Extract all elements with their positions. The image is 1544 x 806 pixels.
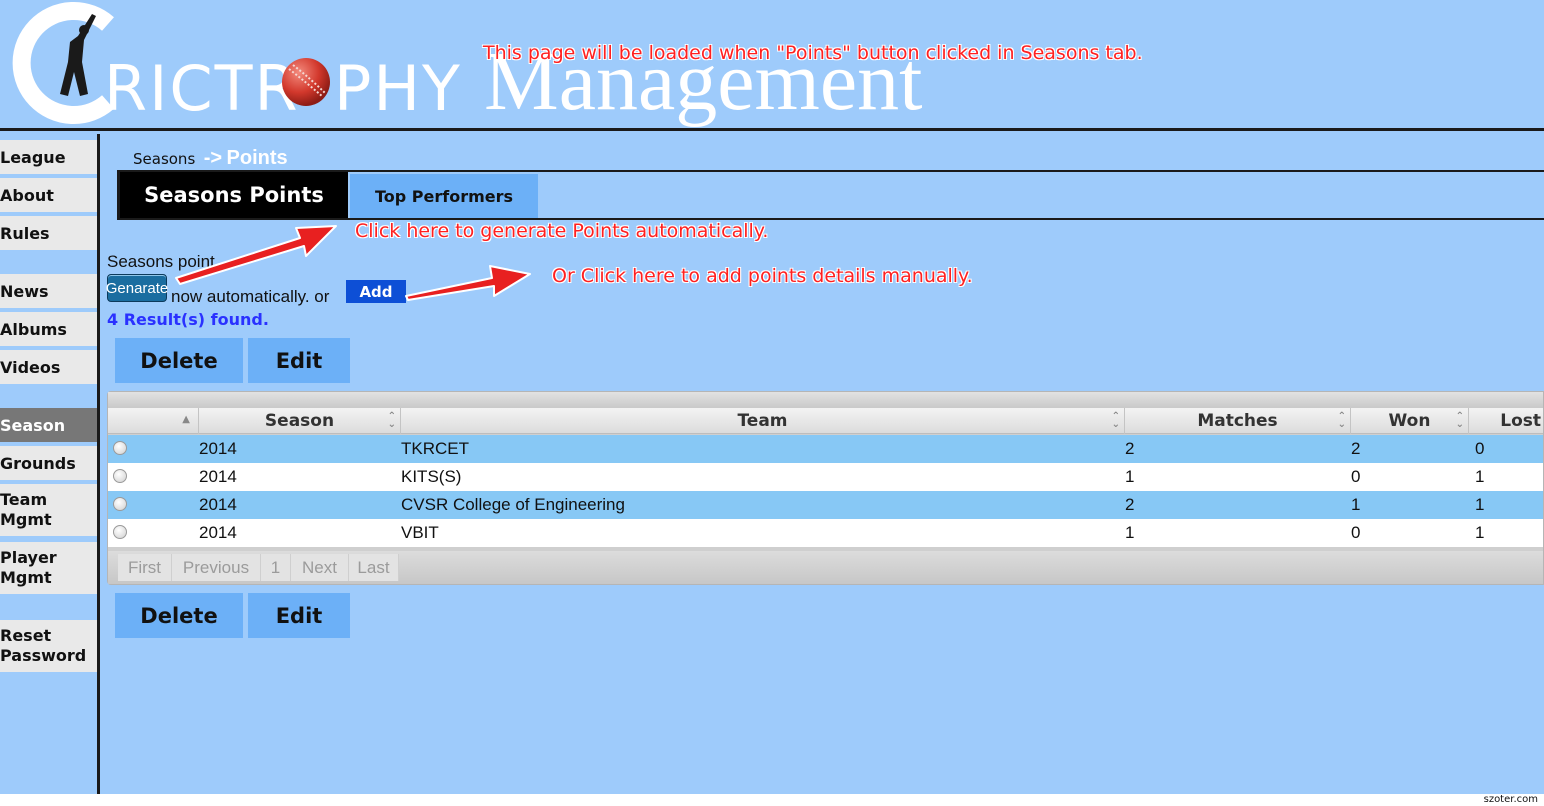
row-radio[interactable] bbox=[113, 497, 127, 511]
breadcrumb: Seasons -> Points bbox=[133, 147, 288, 170]
cell-matches: 2 bbox=[1125, 495, 1135, 514]
sort-icon: ⌃ ⌄ bbox=[1455, 411, 1464, 430]
cricket-ball-icon bbox=[282, 58, 330, 106]
annotation-generate-hint: Click here to generate Points automatica… bbox=[355, 220, 769, 242]
sidebar-item-news[interactable]: News bbox=[0, 274, 97, 308]
generate-button[interactable]: Genarate bbox=[106, 274, 168, 302]
pager-first[interactable]: First bbox=[118, 554, 172, 581]
breadcrumb-seasons[interactable]: Seasons bbox=[133, 150, 195, 168]
delete-button-top[interactable]: Delete bbox=[115, 338, 243, 383]
cell-lost: 0 bbox=[1475, 439, 1485, 458]
cell-team: VBIT bbox=[401, 523, 439, 542]
tab-seasons-points[interactable]: Seasons Points bbox=[117, 172, 348, 218]
logo-text-left: RICTR bbox=[104, 52, 300, 125]
column-header-team[interactable]: Team ⌃ ⌄ bbox=[401, 408, 1125, 434]
auto-text: now automatically. or bbox=[171, 287, 330, 306]
table-row[interactable]: 2014 VBIT 1 0 1 bbox=[108, 519, 1543, 547]
edit-button-top[interactable]: Edit bbox=[248, 338, 350, 383]
cell-won: 1 bbox=[1351, 495, 1361, 514]
pager-next[interactable]: Next bbox=[291, 554, 349, 581]
column-header-lost[interactable]: Lost bbox=[1469, 408, 1544, 434]
annotation-page-note: This page will be loaded when "Points" b… bbox=[483, 42, 1143, 64]
sort-icon: ⌃ ⌄ bbox=[1337, 411, 1346, 430]
cell-won: 2 bbox=[1351, 439, 1361, 458]
cell-lost: 1 bbox=[1475, 523, 1485, 542]
cell-won: 0 bbox=[1351, 467, 1361, 486]
cell-season: 2014 bbox=[199, 467, 237, 486]
table-row[interactable]: 2014 TKRCET 2 2 0 bbox=[108, 435, 1543, 463]
watermark: szoter.com bbox=[1483, 794, 1538, 805]
cell-lost: 1 bbox=[1475, 467, 1485, 486]
sidebar-item-videos[interactable]: Videos bbox=[0, 350, 97, 384]
column-header-select[interactable]: ▲ bbox=[108, 408, 199, 434]
table-header: ▲ Season ⌃ ⌄ Team ⌃ ⌄ Matches ⌃ ⌄ Won ⌃ ⌄ Lo… bbox=[108, 408, 1543, 434]
add-button[interactable]: Add bbox=[346, 280, 406, 303]
breadcrumb-separator: -> bbox=[203, 147, 223, 169]
pager-page-1[interactable]: 1 bbox=[261, 554, 291, 581]
sidebar-item-rules[interactable]: Rules bbox=[0, 216, 97, 250]
edit-button-bottom[interactable]: Edit bbox=[248, 593, 350, 638]
info-text: Seasons point bbox=[107, 252, 215, 271]
sort-icon: ⌃ ⌄ bbox=[1111, 411, 1120, 430]
table-caption-bar bbox=[108, 392, 1543, 408]
cell-team: TKRCET bbox=[401, 439, 469, 458]
arrow-to-add-icon bbox=[405, 265, 531, 301]
table-row[interactable]: 2014 KITS(S) 1 0 1 bbox=[108, 463, 1543, 491]
sidebar-item-about[interactable]: About bbox=[0, 178, 97, 212]
pagination: First Previous 1 Next Last bbox=[108, 551, 1543, 584]
cell-season: 2014 bbox=[199, 523, 237, 542]
delete-button-bottom[interactable]: Delete bbox=[115, 593, 243, 638]
column-header-season[interactable]: Season ⌃ ⌄ bbox=[199, 408, 401, 434]
breadcrumb-points: Points bbox=[226, 147, 288, 169]
sidebar-item-player-mgmt[interactable]: Player Mgmt bbox=[0, 542, 97, 594]
sidebar-item-league[interactable]: League bbox=[0, 140, 97, 174]
cell-matches: 2 bbox=[1125, 439, 1135, 458]
logo-text-right: PHY bbox=[334, 52, 462, 125]
sort-icon: ⌃ ⌄ bbox=[387, 411, 396, 430]
column-header-won[interactable]: Won ⌃ ⌄ bbox=[1351, 408, 1469, 434]
cell-matches: 1 bbox=[1125, 467, 1135, 486]
cell-matches: 1 bbox=[1125, 523, 1135, 542]
cell-season: 2014 bbox=[199, 439, 237, 458]
table-row[interactable]: 2014 CVSR College of Engineering 2 1 1 bbox=[108, 491, 1543, 519]
tab-bar: Seasons Points Top Performers bbox=[117, 170, 1544, 220]
cell-lost: 1 bbox=[1475, 495, 1485, 514]
row-radio[interactable] bbox=[113, 525, 127, 539]
cell-team: KITS(S) bbox=[401, 467, 462, 486]
sidebar-item-albums[interactable]: Albums bbox=[0, 312, 97, 346]
footer-bar bbox=[0, 794, 1544, 806]
column-header-matches[interactable]: Matches ⌃ ⌄ bbox=[1125, 408, 1351, 434]
header: RICTR PHY Management This page will be l… bbox=[0, 0, 1544, 131]
points-table: ▲ Season ⌃ ⌄ Team ⌃ ⌄ Matches ⌃ ⌄ Won ⌃ ⌄ Lo… bbox=[107, 391, 1544, 585]
cell-team: CVSR College of Engineering bbox=[401, 495, 625, 514]
sidebar-item-reset-password[interactable]: Reset Password bbox=[0, 620, 97, 672]
pager-previous[interactable]: Previous bbox=[172, 554, 261, 581]
pager-last[interactable]: Last bbox=[349, 554, 399, 581]
cell-won: 0 bbox=[1351, 523, 1361, 542]
sidebar-item-season[interactable]: Season bbox=[0, 408, 97, 442]
result-count: 4 Result(s) found. bbox=[107, 310, 269, 329]
annotation-add-hint: Or Click here to add points details manu… bbox=[552, 265, 973, 287]
cell-season: 2014 bbox=[199, 495, 237, 514]
sort-up-icon: ▲ bbox=[182, 414, 190, 425]
sidebar-item-team-mgmt[interactable]: Team Mgmt bbox=[0, 484, 97, 536]
row-radio[interactable] bbox=[113, 469, 127, 483]
tab-top-performers[interactable]: Top Performers bbox=[350, 174, 538, 218]
sidebar-item-grounds[interactable]: Grounds bbox=[0, 446, 97, 480]
sidebar: League About Rules News Albums Videos Se… bbox=[0, 134, 100, 794]
row-radio[interactable] bbox=[113, 441, 127, 455]
